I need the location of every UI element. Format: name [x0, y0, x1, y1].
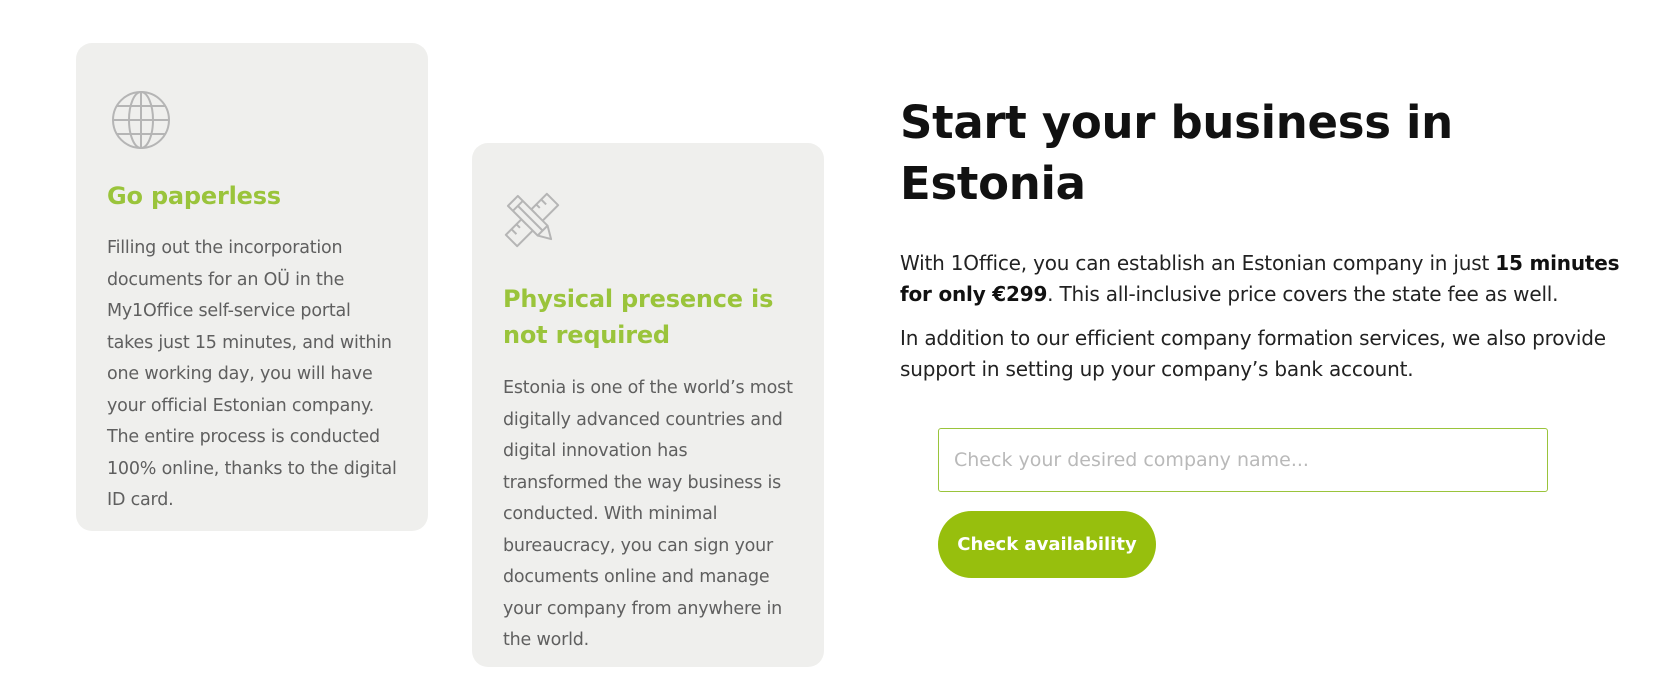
card-title: Physical presence is not required [503, 285, 774, 349]
pencil-ruler-icon [501, 189, 563, 251]
check-availability-button[interactable]: Check availability [938, 511, 1156, 578]
feature-card-paperless: Go paperless Filling out the incorporati… [76, 43, 428, 531]
card-title: Go paperless [107, 182, 281, 210]
intro-prefix: With 1Office, you can establish an Eston… [900, 251, 1496, 275]
bank-support-paragraph: In addition to our efficient company for… [900, 326, 1606, 381]
intro-suffix: . This all-inclusive price covers the st… [1047, 282, 1559, 306]
feature-card-physical-presence: Physical presence is not required Estoni… [472, 143, 824, 667]
card-body: Filling out the incorporation documents … [107, 238, 397, 510]
main-section: Start your business in Estonia With 1Off… [900, 92, 1620, 385]
globe-icon [110, 89, 172, 151]
page: Go paperless Filling out the incorporati… [0, 0, 1673, 679]
intro-paragraph: With 1Office, you can establish an Eston… [900, 248, 1620, 310]
card-body: Estonia is one of the world’s most digit… [503, 378, 793, 650]
company-name-input[interactable] [938, 428, 1548, 492]
page-title: Start your business in Estonia [900, 96, 1453, 210]
